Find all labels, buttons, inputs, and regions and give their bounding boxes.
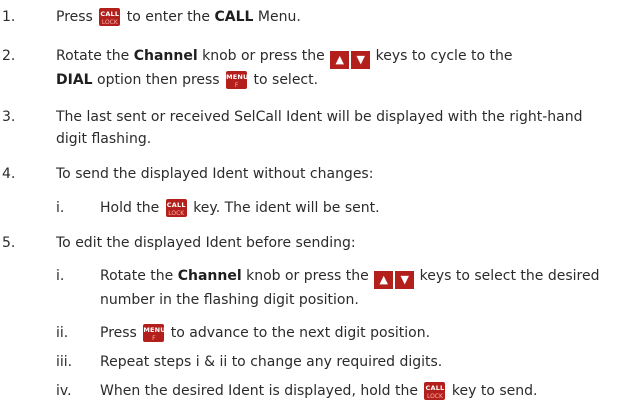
- substep-text: Hold the CALL LOCK key. The ident will be…: [100, 199, 380, 217]
- step-number: 5.: [2, 235, 16, 251]
- substep-number: i.: [56, 200, 65, 216]
- substep-text: Rotate the Channel knob or press the ▲ ▼ …: [100, 268, 600, 308]
- step-text: Press CALL LOCK to enter the CALL Menu.: [56, 8, 301, 26]
- call-lock-key-icon: CALL LOCK: [165, 199, 187, 217]
- call-lock-key-icon: CALL LOCK: [99, 8, 121, 26]
- up-arrow-key-icon: ▲: [330, 51, 350, 69]
- instruction-list: 1. Press CALL LOCK to enter the CALL Menu…: [0, 0, 620, 408]
- menu-f-key-icon: MENU F: [226, 71, 249, 89]
- step-number: 3.: [2, 109, 16, 125]
- substep-number: iv.: [56, 383, 72, 399]
- substep-text: Press MENU F to advance to the next digit…: [100, 324, 431, 342]
- step-text: To send the displayed Ident without chan…: [56, 166, 374, 182]
- substep-text: Repeat steps i & ii to change any requir…: [100, 354, 443, 370]
- menu-f-key-icon: MENU F: [143, 324, 166, 342]
- call-lock-key-icon: CALL LOCK: [424, 382, 446, 400]
- step-number: 2.: [2, 48, 16, 64]
- substep-number: iii.: [56, 354, 73, 370]
- down-arrow-key-icon: ▼: [351, 51, 371, 69]
- step-number: 4.: [2, 166, 16, 182]
- step-text: To edit the displayed Ident before sendi…: [56, 235, 356, 251]
- step-number: 1.: [2, 9, 16, 25]
- up-arrow-key-icon: ▲: [374, 271, 394, 289]
- down-arrow-key-icon: ▼: [395, 271, 415, 289]
- step-text: The last sent or received SelCall Ident …: [56, 109, 583, 147]
- step-text: Rotate the Channel knob or press the ▲ ▼ …: [56, 48, 513, 89]
- substep-number: ii.: [56, 325, 69, 341]
- substep-text: When the desired Ident is displayed, hol…: [100, 382, 538, 400]
- substep-number: i.: [56, 268, 65, 284]
